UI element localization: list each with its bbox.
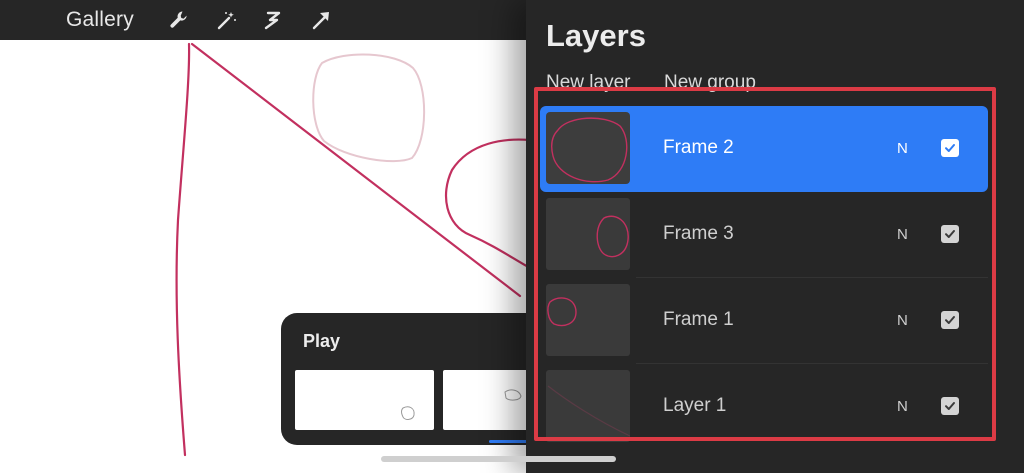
frame-thumbnail[interactable] (295, 370, 434, 430)
blend-mode-button[interactable]: N (897, 312, 908, 329)
checkmark-icon (945, 144, 955, 152)
layer-visibility-checkbox[interactable] (941, 139, 959, 157)
layer-name[interactable]: Layer 1 (663, 395, 726, 417)
layer-row[interactable]: Frame 2 N (540, 106, 988, 192)
layer-name[interactable]: Frame 2 (663, 137, 734, 159)
new-layer-button[interactable]: New layer (546, 72, 630, 94)
home-indicator (381, 456, 616, 462)
layer-visibility-checkbox[interactable] (941, 311, 959, 329)
blend-mode-button[interactable]: N (897, 140, 908, 157)
layer-thumbnail (546, 198, 630, 270)
layer-visibility-checkbox[interactable] (941, 225, 959, 243)
wrench-icon[interactable] (168, 9, 190, 31)
layer-thumbnail (546, 284, 630, 356)
layer-thumbnail (546, 112, 630, 184)
gallery-button[interactable]: Gallery (66, 8, 134, 32)
checkmark-icon (945, 402, 955, 410)
checkmark-icon (945, 230, 955, 238)
blend-mode-button[interactable]: N (897, 226, 908, 243)
new-group-button[interactable]: New group (664, 72, 756, 94)
selection-icon[interactable] (262, 9, 284, 31)
transform-arrow-icon[interactable] (310, 9, 332, 31)
layer-thumbnail (546, 370, 630, 442)
layers-panel: Layers New layer New group Frame 2 N Fra… (526, 0, 1024, 473)
layer-row[interactable]: Layer 1 N (540, 364, 988, 450)
layer-row[interactable]: Frame 1 N (540, 278, 988, 364)
checkmark-icon (945, 316, 955, 324)
blend-mode-button[interactable]: N (897, 398, 908, 415)
layer-name[interactable]: Frame 1 (663, 309, 734, 331)
layer-name[interactable]: Frame 3 (663, 223, 734, 245)
magic-wand-icon[interactable] (216, 9, 238, 31)
layer-row[interactable]: Frame 3 N (540, 192, 988, 278)
layer-visibility-checkbox[interactable] (941, 397, 959, 415)
panel-title: Layers (546, 18, 646, 53)
play-button[interactable]: Play (303, 331, 340, 352)
